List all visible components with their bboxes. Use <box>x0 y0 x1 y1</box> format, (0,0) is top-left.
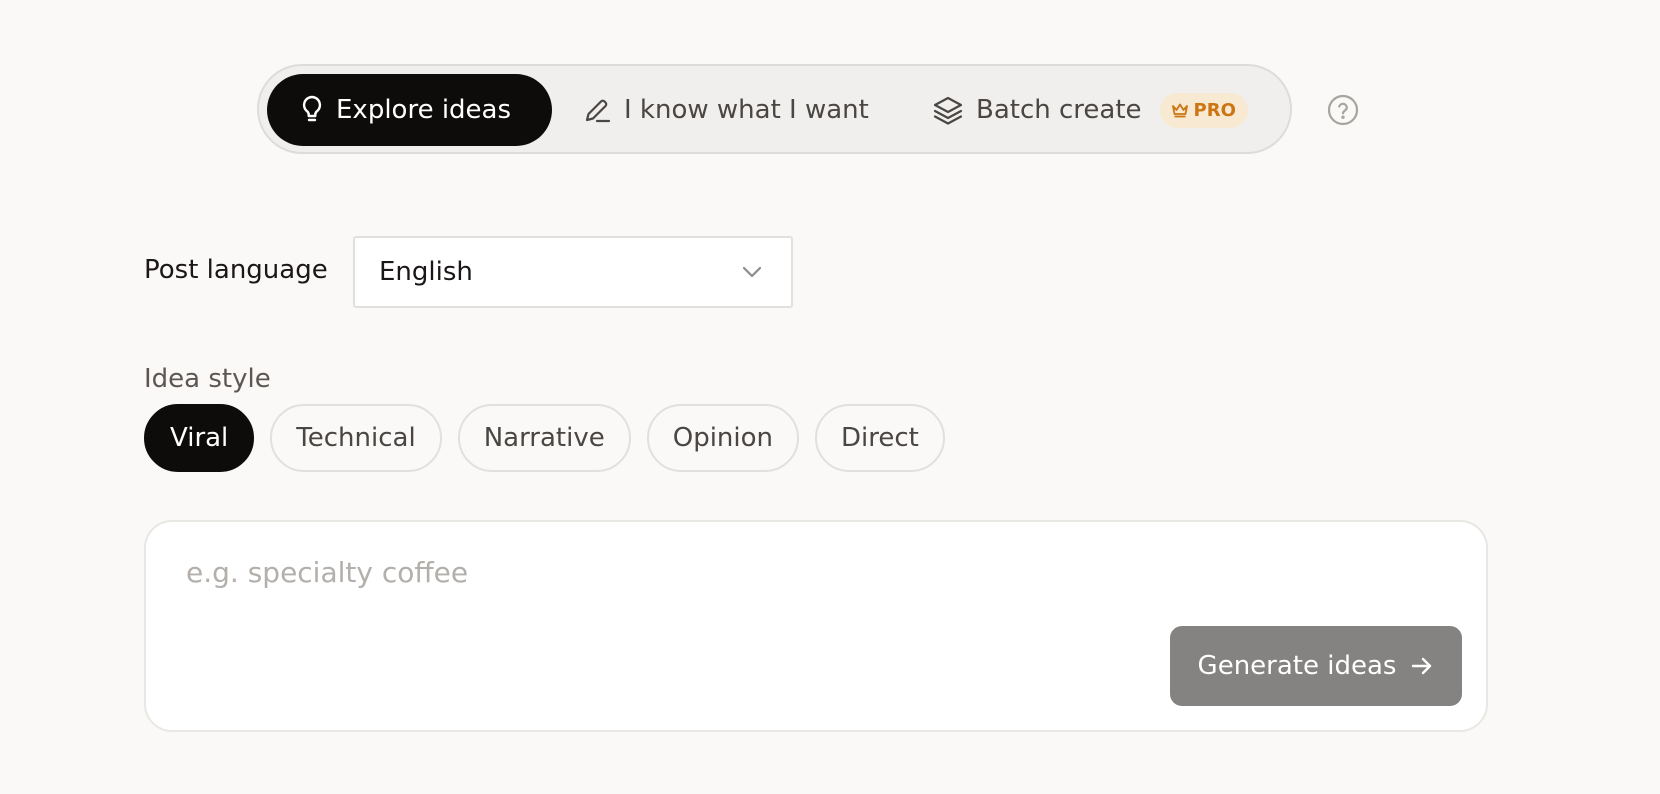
tab-i-know-what-i-want[interactable]: I know what I want <box>582 74 869 146</box>
tab-batch-create[interactable]: Batch create PRO <box>932 74 1248 146</box>
style-chip-direct[interactable]: Direct <box>815 404 945 472</box>
mode-switcher: Explore ideas I know what I want Batch c… <box>257 64 1292 154</box>
idea-style-chips: Viral Technical Narrative Opinion Direct <box>144 404 945 472</box>
topic-input[interactable] <box>186 552 1186 592</box>
style-chip-technical[interactable]: Technical <box>270 404 442 472</box>
topic-input-card: Generate ideas <box>144 520 1488 732</box>
question-circle-icon[interactable] <box>1327 94 1359 126</box>
pro-badge-label: PRO <box>1193 99 1236 121</box>
tab-explore-ideas[interactable]: Explore ideas <box>267 74 552 146</box>
generate-ideas-label: Generate ideas <box>1197 651 1397 681</box>
post-language-label: Post language <box>144 255 328 285</box>
post-language-select[interactable]: English <box>353 236 793 308</box>
crown-icon <box>1171 103 1188 118</box>
layers-icon <box>933 96 963 125</box>
style-chip-narrative[interactable]: Narrative <box>457 404 631 472</box>
style-chip-viral[interactable]: Viral <box>144 404 255 472</box>
lightbulb-icon <box>302 95 322 122</box>
arrow-right-icon <box>1412 657 1432 675</box>
idea-style-label: Idea style <box>144 364 271 394</box>
style-chip-opinion[interactable]: Opinion <box>646 404 800 472</box>
pencil-icon <box>585 99 611 123</box>
generate-ideas-button[interactable]: Generate ideas <box>1170 626 1462 706</box>
tab-label: Batch create <box>976 95 1142 125</box>
pro-badge: PRO <box>1159 92 1248 128</box>
chevron-down-icon <box>742 266 762 278</box>
tab-label: I know what I want <box>624 95 869 125</box>
tab-label: Explore ideas <box>336 95 512 125</box>
post-language-value: English <box>379 257 473 287</box>
